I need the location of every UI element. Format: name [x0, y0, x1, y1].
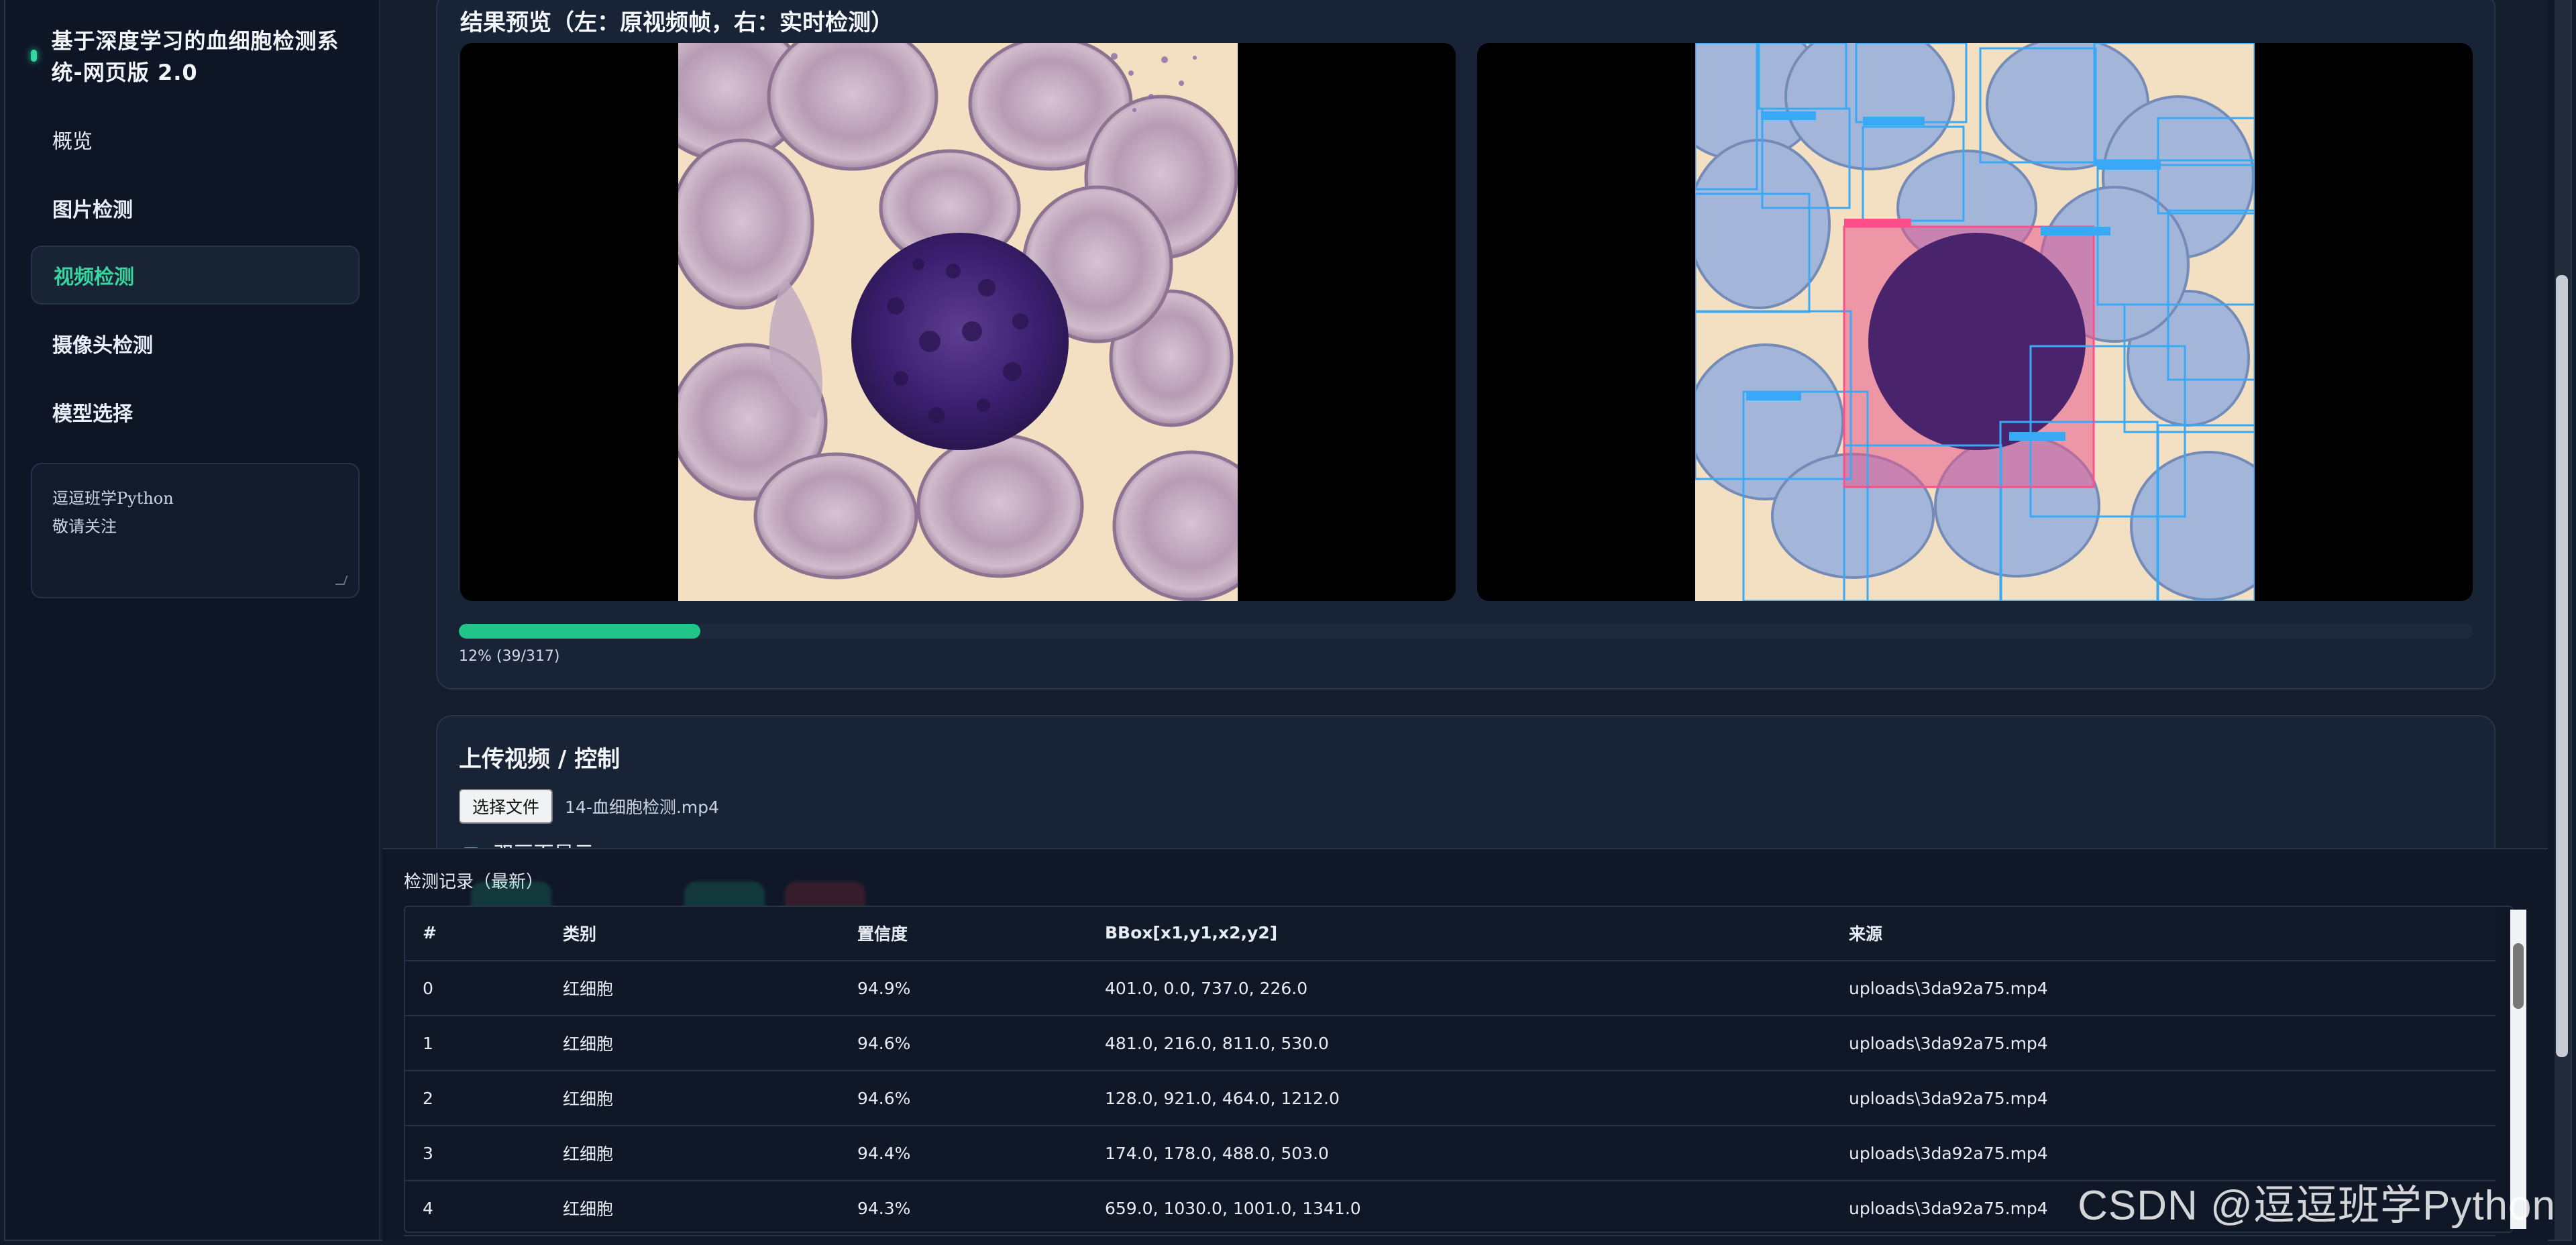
choose-file-button[interactable]: 选择文件: [459, 789, 553, 824]
table-scrollbar-thumb[interactable]: [2513, 943, 2524, 1009]
blood-cell-image: [678, 43, 1238, 601]
note-textarea[interactable]: 逗逗班学Python 敬请关注: [31, 463, 360, 598]
row-class: 红细胞: [544, 1126, 839, 1181]
row-confidence: 94.9%: [839, 961, 1086, 1016]
row-bbox: 481.0, 216.0, 811.0, 530.0: [1086, 1016, 1830, 1071]
app-title: 基于深度学习的血细胞检测系统-网页版 2.0: [51, 28, 339, 85]
watermark: CSDN @逗逗班学Python: [2078, 1183, 2556, 1229]
original-video-frame: [460, 43, 1456, 601]
row-bbox: 128.0, 921.0, 464.0, 1212.0: [1086, 1071, 1830, 1126]
row-source: uploads\3da92a75.mp4: [1830, 961, 2496, 1016]
row-bbox: 659.0, 1030.0, 1001.0, 1341.0: [1086, 1181, 1830, 1236]
brand: 基于深度学习的血细胞检测系统-网页版 2.0: [31, 25, 360, 89]
sidebar-item-overview[interactable]: 概览: [31, 110, 360, 169]
video-progress-bar: [459, 624, 2473, 639]
row-index: 3: [404, 1126, 544, 1181]
detection-overlay-illustration: [1695, 43, 2255, 601]
row-index: 1: [404, 1016, 544, 1071]
row-bbox: 174.0, 178.0, 488.0, 503.0: [1086, 1126, 1830, 1181]
row-index: 4: [404, 1181, 544, 1236]
row-index: 0: [404, 961, 544, 1016]
file-upload-row: 选择文件 14-血细胞检测.mp4: [459, 789, 719, 824]
row-source: uploads\3da92a75.mp4: [1830, 1016, 2496, 1071]
table-row[interactable]: 0 红细胞 94.9% 401.0, 0.0, 737.0, 226.0 upl…: [404, 961, 2496, 1016]
column-header-source: 来源: [1830, 906, 2496, 961]
row-confidence: 94.4%: [839, 1126, 1086, 1181]
column-header-bbox: BBox[x1,y1,x2,y2]: [1086, 906, 1830, 961]
sidebar-item-camera-detection[interactable]: 摄像头检测: [31, 314, 360, 373]
column-header-class: 类别: [544, 906, 839, 961]
column-header-confidence: 置信度: [839, 906, 1086, 961]
row-source: uploads\3da92a75.mp4: [1830, 1071, 2496, 1126]
note-text: 逗逗班学Python 敬请关注: [52, 489, 174, 536]
row-class: 红细胞: [544, 961, 839, 1016]
page-scrollbar-thumb[interactable]: [2556, 275, 2568, 1057]
sidebar-item-model-selection[interactable]: 模型选择: [31, 382, 360, 441]
resize-handle-icon[interactable]: [335, 576, 348, 585]
sidebar-item-video-detection[interactable]: 视频检测: [31, 246, 360, 305]
column-header-index: #: [404, 906, 544, 961]
status-dot-icon: [31, 50, 37, 62]
row-class: 红细胞: [544, 1071, 839, 1126]
preview-title: 结果预览（左：原视频帧，右：实时检测）: [460, 9, 894, 36]
row-index: 2: [404, 1071, 544, 1126]
sidebar: 基于深度学习的血细胞检测系统-网页版 2.0 概览 图片检测 视频检测 摄像头检…: [5, 0, 380, 1240]
row-confidence: 94.6%: [839, 1071, 1086, 1126]
video-progress-fill: [459, 624, 701, 639]
row-confidence: 94.6%: [839, 1016, 1086, 1071]
sidebar-item-image-detection[interactable]: 图片检测: [31, 178, 360, 237]
row-class: 红细胞: [544, 1181, 839, 1236]
realtime-detection-frame: [1477, 43, 2473, 601]
row-confidence: 94.3%: [839, 1181, 1086, 1236]
detected-blood-cell-image: [1695, 43, 2255, 601]
blood-smear-illustration: [678, 43, 1238, 601]
selected-file-name: 14-血细胞检测.mp4: [565, 798, 719, 817]
table-header-row: # 类别 置信度 BBox[x1,y1,x2,y2] 来源: [404, 906, 2496, 961]
table-row[interactable]: 2 红细胞 94.6% 128.0, 921.0, 464.0, 1212.0 …: [404, 1071, 2496, 1126]
progress-status-text: 12% (39/317): [459, 648, 560, 665]
row-class: 红细胞: [544, 1016, 839, 1071]
upload-title: 上传视频 / 控制: [459, 746, 621, 773]
row-bbox: 401.0, 0.0, 737.0, 226.0: [1086, 961, 1830, 1016]
table-row[interactable]: 1 红细胞 94.6% 481.0, 216.0, 811.0, 530.0 u…: [404, 1016, 2496, 1071]
preview-panel: 结果预览（左：原视频帧，右：实时检测）: [436, 0, 2496, 690]
